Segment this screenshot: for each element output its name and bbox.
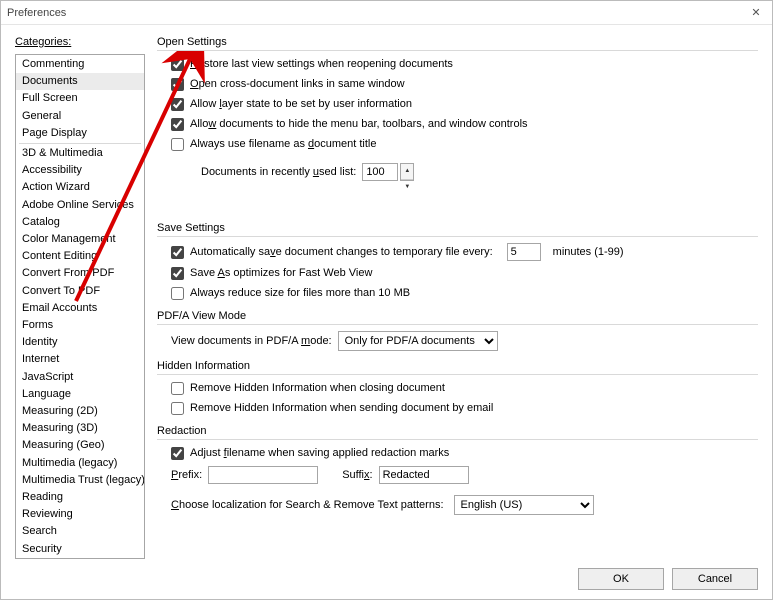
remove-hidden-close-checkbox[interactable] [171,382,184,395]
filename-title-row[interactable]: Always use filename as document title [171,137,758,152]
category-item[interactable]: Search [16,523,144,540]
pdfa-mode-row: View documents in PDF/A mode: Only for P… [171,331,758,351]
category-item[interactable]: Multimedia Trust (legacy) [16,472,144,489]
category-item[interactable]: Email Accounts [16,300,144,317]
category-item[interactable]: Documents [16,73,144,90]
titlebar: Preferences ✕ [1,1,772,25]
category-item[interactable]: General [16,108,144,125]
category-item[interactable]: 3D & Multimedia [16,145,144,162]
layer-state-row[interactable]: Allow layer state to be set by user info… [171,97,758,112]
category-item[interactable]: Full Screen [16,90,144,107]
categories-label: Categories: [15,36,145,48]
reduce-size-row[interactable]: Always reduce size for files more than 1… [171,286,758,301]
redaction-group: Redaction Adjust filename when saving ap… [157,425,758,515]
reduce-size-checkbox[interactable] [171,287,184,300]
category-item[interactable]: Color Management [16,231,144,248]
category-item[interactable]: Convert From PDF [16,265,144,282]
pdfa-title: PDF/A View Mode [157,310,758,325]
redaction-title: Redaction [157,425,758,440]
suffix-input[interactable] [379,466,469,484]
window-title: Preferences [7,7,746,19]
open-settings-title: Open Settings [157,36,758,51]
category-item[interactable]: Accessibility [16,162,144,179]
category-item[interactable]: Catalog [16,214,144,231]
autosave-checkbox[interactable] [171,246,184,259]
remove-hidden-close-row[interactable]: Remove Hidden Information when closing d… [171,381,758,396]
category-item[interactable]: Security [16,541,144,558]
category-item[interactable]: Reading [16,489,144,506]
localization-select[interactable]: English (US) [454,495,594,515]
save-settings-title: Save Settings [157,222,758,237]
dialog-footer: OK Cancel [1,559,772,599]
hidden-info-group: Hidden Information Remove Hidden Informa… [157,360,758,416]
remove-hidden-send-checkbox[interactable] [171,402,184,415]
category-item[interactable]: Commenting [16,56,144,73]
pdfa-mode-select[interactable]: Only for PDF/A documents [338,331,498,351]
prefix-suffix-row: Prefix: Suffix: [171,466,758,484]
allow-hide-menu-checkbox[interactable] [171,118,184,131]
category-item[interactable]: Forms [16,317,144,334]
category-item[interactable]: Language [16,386,144,403]
open-crossdoc-checkbox[interactable] [171,78,184,91]
save-settings-group: Save Settings Automatically save documen… [157,222,758,301]
category-item[interactable]: Adobe Online Services [16,197,144,214]
adjust-filename-row[interactable]: Adjust filename when saving applied reda… [171,446,758,461]
recently-used-spinner[interactable]: ▲▼ [400,163,414,181]
hidden-info-title: Hidden Information [157,360,758,375]
category-item[interactable]: Measuring (Geo) [16,437,144,454]
remove-hidden-send-row[interactable]: Remove Hidden Information when sending d… [171,401,758,416]
allow-hide-menu-row[interactable]: Allow documents to hide the menu bar, to… [171,117,758,132]
ok-button[interactable]: OK [578,568,664,590]
pdfa-group: PDF/A View Mode View documents in PDF/A … [157,310,758,351]
recently-used-row: Documents in recently used list: ▲▼ [171,163,758,181]
category-item[interactable]: Convert To PDF [16,283,144,300]
autosave-row[interactable]: Automatically save document changes to t… [171,243,758,261]
category-item[interactable]: Content Editing [16,248,144,265]
restore-last-view-row[interactable]: Restore last view settings when reopenin… [171,57,758,72]
category-item[interactable]: Measuring (3D) [16,420,144,437]
open-crossdoc-row[interactable]: Open cross-document links in same window [171,77,758,92]
adjust-filename-checkbox[interactable] [171,447,184,460]
localization-row: Choose localization for Search & Remove … [171,495,758,515]
autosave-minutes-input[interactable] [507,243,541,261]
category-item[interactable]: JavaScript [16,369,144,386]
layer-state-checkbox[interactable] [171,98,184,111]
category-item[interactable]: Multimedia (legacy) [16,455,144,472]
categories-separator [19,143,141,144]
category-item[interactable]: Identity [16,334,144,351]
categories-panel: Categories: CommentingDocumentsFull Scre… [15,36,145,559]
category-item[interactable]: Action Wizard [16,179,144,196]
fastwebview-checkbox[interactable] [171,267,184,280]
prefix-input[interactable] [208,466,318,484]
category-item[interactable]: Internet [16,351,144,368]
category-item[interactable]: Page Display [16,125,144,142]
recently-used-input[interactable] [362,163,398,181]
category-item[interactable]: Measuring (2D) [16,403,144,420]
open-settings-group: Open Settings Restore last view settings… [157,36,758,181]
preferences-dialog: Preferences ✕ Categories: CommentingDocu… [0,0,773,600]
close-icon[interactable]: ✕ [746,6,766,19]
categories-list[interactable]: CommentingDocumentsFull ScreenGeneralPag… [15,54,145,559]
cancel-button[interactable]: Cancel [672,568,758,590]
restore-last-view-checkbox[interactable] [171,58,184,71]
filename-title-checkbox[interactable] [171,138,184,151]
category-item[interactable]: Reviewing [16,506,144,523]
settings-panel: Open Settings Restore last view settings… [157,36,758,559]
fastwebview-row[interactable]: Save As optimizes for Fast Web View [171,266,758,281]
